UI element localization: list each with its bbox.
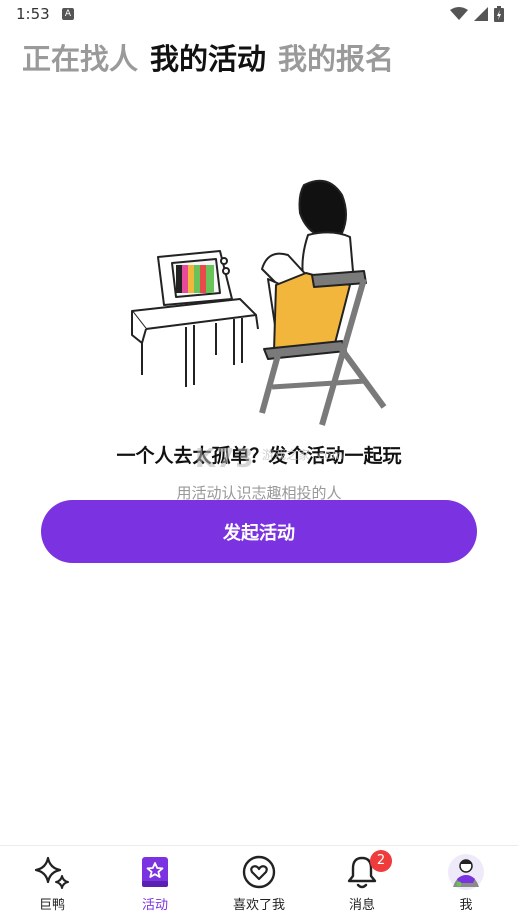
watermark-logo: K73 — [195, 444, 255, 474]
tab-finding-people[interactable]: 正在找人 — [22, 36, 138, 78]
nav-label-messages: 消息 — [348, 898, 375, 913]
nav-item-activity[interactable]: 活动 — [115, 852, 195, 913]
wifi-icon — [450, 7, 468, 20]
status-bar: 1:53 A — [0, 0, 518, 30]
status-icons — [450, 6, 504, 22]
tab-my-activities[interactable]: 我的活动 — [150, 36, 266, 78]
empty-state-headline: 一个人去太孤单？发个活动一起玩 — [116, 445, 402, 467]
watermark-text: 游戏之家 .com — [262, 448, 344, 462]
nav-label-liked-me: 喜欢了我 — [232, 898, 285, 913]
avatar — [448, 854, 484, 890]
tab-my-signups[interactable]: 我的报名 — [278, 36, 394, 78]
messages-badge: 2 — [370, 850, 392, 872]
nav-item-me[interactable]: 我 — [426, 852, 506, 913]
top-tabs: 正在找人 我的活动 我的报名 — [22, 36, 394, 78]
nav-item-messages[interactable]: 2 消息 — [322, 850, 402, 913]
nav-item-liked-me[interactable]: 喜欢了我 — [219, 852, 299, 913]
empty-state-illustration — [131, 179, 387, 426]
nav-label-me: 我 — [459, 898, 473, 913]
nav-label-activity: 活动 — [141, 898, 168, 913]
heart-circle-icon — [242, 855, 276, 889]
sparkle-icon — [34, 856, 69, 889]
bottom-nav: 巨鸭 活动 喜欢了我 2 消息 我 — [0, 845, 518, 922]
notification-icon: A — [62, 8, 74, 20]
nav-label-juya: 巨鸭 — [38, 898, 65, 913]
activity-star-icon — [142, 857, 168, 887]
nav-item-juya[interactable]: 巨鸭 — [12, 852, 92, 913]
start-activity-button[interactable]: 发起活动 — [41, 500, 477, 563]
status-time: 1:53 — [16, 5, 50, 23]
signal-icon — [474, 7, 488, 21]
battery-icon — [494, 6, 504, 22]
